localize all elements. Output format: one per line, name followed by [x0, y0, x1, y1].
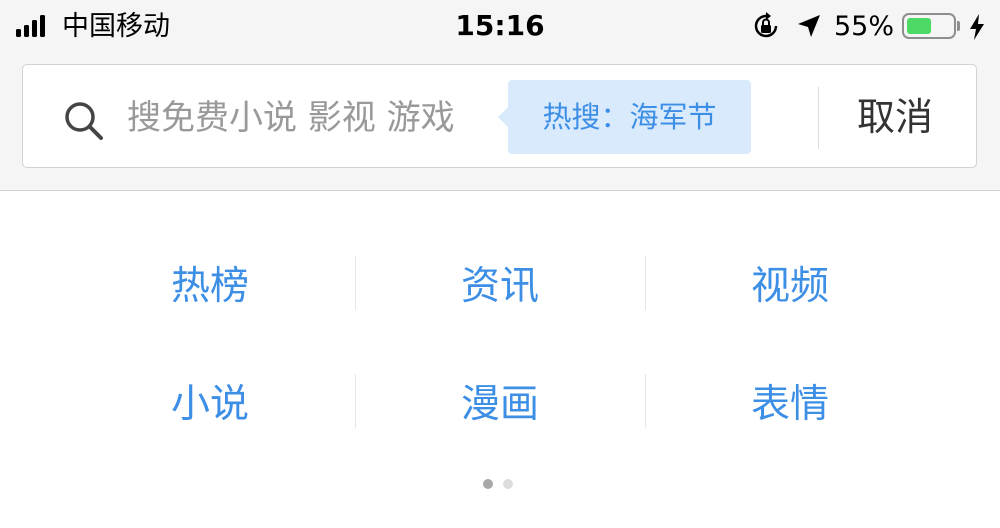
category-news[interactable]: 资讯	[355, 224, 645, 342]
category-novel[interactable]: 小说	[65, 342, 355, 460]
battery-percent: 55%	[834, 11, 895, 42]
battery-icon	[902, 13, 956, 39]
orientation-lock-icon	[752, 12, 780, 44]
page-indicator	[483, 479, 513, 489]
category-stickers[interactable]: 表情	[645, 342, 935, 460]
search-input[interactable]	[127, 93, 507, 143]
hot-search-label: 热搜：海军节	[542, 100, 717, 134]
category-row: 热榜 资讯 视频	[65, 224, 935, 342]
charging-bolt-icon	[968, 13, 986, 45]
search-header: 热搜：海军节 取消	[0, 56, 1000, 191]
page-dot[interactable]	[503, 479, 513, 489]
page-dot-active[interactable]	[483, 479, 493, 489]
category-grid: 热榜 资讯 视频 小说 漫画 表情	[65, 224, 935, 460]
hot-search-suggestion[interactable]: 热搜：海军节	[498, 80, 751, 154]
status-bar: 中国移动 15:16 55%	[0, 0, 1000, 56]
search-box[interactable]: 热搜：海军节 取消	[22, 64, 977, 168]
battery-level-fill	[907, 18, 932, 34]
category-comic[interactable]: 漫画	[355, 342, 645, 460]
location-arrow-icon	[796, 13, 822, 43]
search-divider	[818, 87, 819, 149]
cancel-button[interactable]: 取消	[857, 91, 933, 143]
category-row: 小说 漫画 表情	[65, 342, 935, 460]
category-hot-list[interactable]: 热榜	[65, 224, 355, 342]
battery-nub	[957, 21, 960, 31]
search-icon	[63, 100, 105, 146]
category-video[interactable]: 视频	[645, 224, 935, 342]
